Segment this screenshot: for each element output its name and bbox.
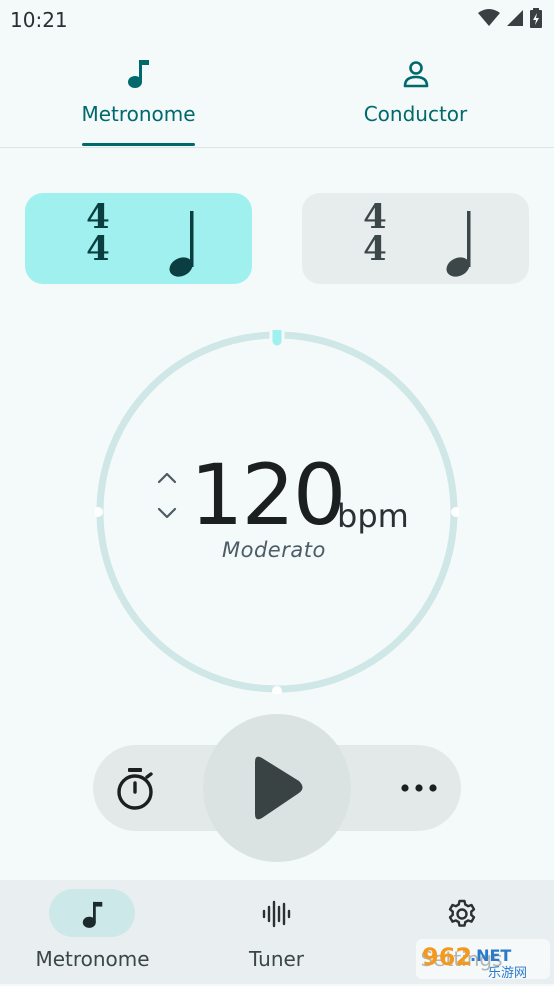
- tab-conductor-label: Conductor: [363, 102, 468, 126]
- timer-icon[interactable]: [114, 766, 156, 812]
- watermark-site: 乐游网: [488, 966, 527, 981]
- tempo-name: Moderato: [222, 538, 326, 562]
- tab-metronome[interactable]: Metronome: [0, 50, 277, 148]
- music-note-icon: [127, 60, 149, 88]
- bpm-value[interactable]: 120: [190, 445, 346, 545]
- quarter-note-icon: [169, 211, 194, 277]
- tempo-increase-arrow[interactable]: [155, 468, 179, 488]
- status-icons: [478, 8, 542, 28]
- tab-divider: [0, 147, 554, 148]
- signal-icon: [507, 10, 523, 26]
- nav-item-tuner[interactable]: Tuner: [184, 880, 369, 984]
- battery-icon: [530, 8, 542, 28]
- music-note-icon: [82, 901, 102, 928]
- person-icon: [403, 61, 428, 88]
- beat-card-inactive[interactable]: 4 4: [302, 193, 529, 284]
- gear-icon: [448, 899, 475, 927]
- time-signature-denominator: 4: [363, 229, 387, 269]
- status-time: 10:21: [10, 8, 68, 32]
- play-button[interactable]: [203, 714, 351, 862]
- wifi-icon: [478, 9, 500, 26]
- bpm-unit: bpm: [337, 497, 409, 535]
- quarter-note-icon: [446, 211, 471, 277]
- tab-metronome-label: Metronome: [81, 102, 196, 126]
- watermark-suffix: .NET: [470, 946, 511, 965]
- waveform-icon: [262, 900, 290, 928]
- status-bar: 10:21: [0, 0, 554, 40]
- watermark-logo: 962 .NET 乐游网: [416, 937, 550, 981]
- play-icon: [255, 756, 303, 820]
- nav-item-metronome[interactable]: Metronome: [0, 880, 185, 984]
- beat-card-active[interactable]: 4 4: [25, 193, 252, 284]
- tab-conductor[interactable]: Conductor: [277, 50, 554, 148]
- time-signature: 4 4: [83, 200, 113, 269]
- top-tab-bar: Metronome Conductor: [0, 50, 554, 148]
- more-options-icon[interactable]: [400, 780, 440, 796]
- nav-label-tuner: Tuner: [248, 947, 305, 971]
- time-signature-denominator: 4: [86, 229, 110, 269]
- nav-label-metronome: Metronome: [35, 947, 150, 971]
- tab-indicator: [82, 143, 195, 146]
- dial-handle: [269, 330, 285, 349]
- watermark-number: 962: [422, 943, 472, 971]
- time-signature: 4 4: [360, 200, 390, 269]
- tempo-decrease-arrow[interactable]: [155, 503, 179, 523]
